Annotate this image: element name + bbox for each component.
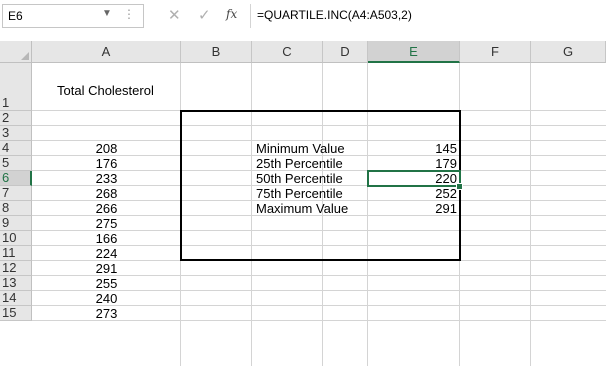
column-header-b[interactable]: B	[181, 41, 252, 63]
cell-a14[interactable]: 240	[32, 291, 181, 306]
row-header-1[interactable]: 1	[0, 63, 32, 111]
select-all-button[interactable]	[0, 41, 32, 63]
chevron-down-icon[interactable]: ▼	[102, 8, 112, 19]
row-header-14[interactable]: 14	[0, 290, 32, 306]
column-header-c[interactable]: C	[252, 41, 323, 63]
name-box-value: E6	[8, 9, 23, 23]
name-box[interactable]: E6 ▼ ⋮	[2, 4, 144, 28]
fill-handle[interactable]	[456, 183, 463, 190]
row-header-7[interactable]: 7	[0, 185, 32, 201]
cell-a12[interactable]: 291	[32, 261, 181, 276]
cell-a1[interactable]: Total Cholesterol	[57, 83, 154, 98]
enter-icon[interactable]: ✓	[198, 6, 211, 24]
column-header-d[interactable]: D	[323, 41, 368, 63]
row-header-6[interactable]: 6	[0, 170, 32, 186]
cell-a10[interactable]: 166	[32, 231, 181, 246]
cell-a9[interactable]: 275	[32, 216, 181, 231]
row-header-15[interactable]: 15	[0, 305, 32, 321]
row-header-5[interactable]: 5	[0, 155, 32, 171]
cell-a11[interactable]: 224	[32, 246, 181, 261]
more-options-icon[interactable]: ⋮	[123, 7, 135, 21]
row-header-2[interactable]: 2	[0, 110, 32, 126]
cell-a8[interactable]: 266	[32, 201, 181, 216]
formula-bar: E6 ▼ ⋮ ✕ ✓ fx =QUARTILE.INC(A4:A503,2)	[0, 0, 606, 32]
row-header-4[interactable]: 4	[0, 140, 32, 156]
cancel-icon[interactable]: ✕	[168, 6, 181, 24]
cell-a6[interactable]: 233	[32, 171, 181, 186]
cell-a5[interactable]: 176	[32, 156, 181, 171]
cell-a7[interactable]: 268	[32, 186, 181, 201]
column-header-f[interactable]: F	[460, 41, 531, 63]
cell-a15[interactable]: 273	[32, 306, 181, 321]
cell-a13[interactable]: 255	[32, 276, 181, 291]
insert-function-icon[interactable]: fx	[226, 7, 237, 21]
row-header-9[interactable]: 9	[0, 215, 32, 231]
column-header-g[interactable]: G	[531, 41, 606, 63]
active-cell-selection[interactable]	[367, 170, 461, 187]
cell-a4[interactable]: 208	[32, 141, 181, 156]
row-header-12[interactable]: 12	[0, 260, 32, 276]
column-header-e[interactable]: E	[368, 41, 460, 63]
row-header-13[interactable]: 13	[0, 275, 32, 291]
row-header-11[interactable]: 11	[0, 245, 32, 261]
formula-input[interactable]: =QUARTILE.INC(A4:A503,2)	[250, 4, 604, 28]
column-header-a[interactable]: A	[32, 41, 181, 63]
select-all-icon	[21, 52, 29, 60]
row-header-8[interactable]: 8	[0, 200, 32, 216]
row-header-10[interactable]: 10	[0, 230, 32, 246]
row-header-3[interactable]: 3	[0, 125, 32, 141]
